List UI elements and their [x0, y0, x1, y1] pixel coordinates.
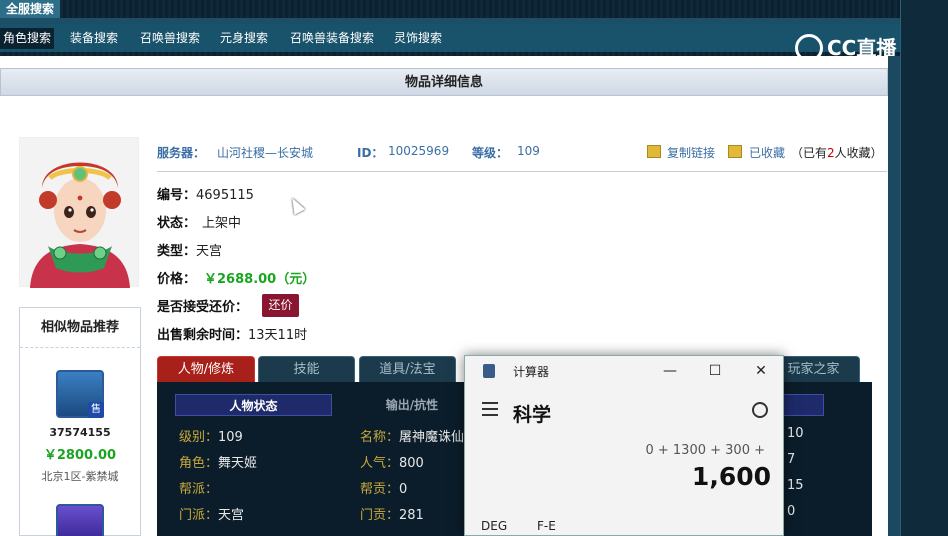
level-value: 109 [517, 144, 540, 158]
fe-toggle[interactable]: F-E [537, 519, 556, 533]
maximize-icon[interactable]: ☐ [705, 361, 725, 381]
nav-pet-search[interactable]: 召唤兽搜索 [137, 28, 203, 49]
hamburger-menu-icon[interactable] [482, 402, 498, 416]
serial-field: 编号：4695115 [157, 188, 254, 203]
subtab-output-resistance[interactable]: 输出/抗性 [362, 394, 462, 416]
similar-items-panel: 相似物品推荐 售 37574155 ￥2800.00 北京1区-紫禁城 [19, 307, 141, 536]
id-label: ID： [357, 146, 384, 160]
item-info-row: 服务器： 山河社稷—长安城 ID： 10025969 等级： 109 复制链接 … [157, 144, 887, 174]
similar-item-price: ￥2800.00 [43, 448, 117, 463]
stat-right-4: 0 [787, 504, 796, 519]
similar-item-server: 北京1区-紫禁城 [41, 470, 119, 483]
nav-accessory-search[interactable]: 灵饰搜索 [391, 28, 445, 49]
minimize-icon[interactable]: — [660, 361, 680, 381]
calculator-result: 1,600 [691, 462, 771, 491]
deg-toggle[interactable]: DEG [481, 519, 507, 533]
calculator-expression: 0 + 1300 + 300 + [645, 443, 765, 458]
history-icon[interactable] [752, 402, 768, 418]
info-divider [157, 171, 887, 172]
bargain-button[interactable]: 还价 [262, 294, 299, 317]
subtab-extra[interactable] [782, 394, 824, 416]
section-title: 物品详细信息 [0, 68, 888, 96]
window-right-edge [900, 0, 948, 536]
level-label: 等级： [472, 146, 509, 160]
stat-guild: 帮派： [179, 482, 219, 497]
calculator-window: 计算器 — ☐ ✕ 科学 0 + 1300 + 300 + 1,600 DEG … [464, 355, 784, 536]
similar-item-id: 37574155 [49, 426, 111, 439]
nav-pet-equipment-search[interactable]: 召唤兽装备搜索 [287, 28, 377, 49]
similar-items-title: 相似物品推荐 [20, 308, 140, 348]
stat-right-2: 7 [787, 452, 796, 467]
id-value: 10025969 [388, 144, 450, 158]
similar-item-thumbnail[interactable]: 售 [56, 370, 104, 418]
server-value: 山河社稷—长安城 [217, 146, 314, 160]
stat-right-1: 10 [787, 426, 804, 441]
close-icon[interactable]: ✕ [751, 361, 771, 381]
nav-role-search[interactable]: 角色搜索 [0, 28, 55, 49]
stat-role: 角色：舞天姬 [179, 456, 258, 471]
tab-skills[interactable]: 技能 [258, 356, 355, 382]
character-portrait [19, 137, 139, 288]
folder-link-icon [647, 145, 661, 158]
stat-school: 门派：天宫 [179, 508, 245, 523]
nav-equipment-search[interactable]: 装备搜索 [67, 28, 121, 49]
tab-items-treasures[interactable]: 道具/法宝 [359, 356, 456, 382]
search-nav: 角色搜索 装备搜索 召唤兽搜索 元身搜索 召唤兽装备搜索 灵饰搜索 [0, 24, 900, 52]
stat-name: 名称：屠神魔诛仙 [360, 430, 465, 445]
type-field: 类型：天宫 [157, 244, 223, 259]
calculator-mode-title: 科学 [513, 404, 552, 426]
calculator-app-icon [483, 364, 495, 378]
page-right-border [888, 56, 900, 536]
sell-badge: 售 [88, 402, 104, 418]
tab-character-cultivation[interactable]: 人物/修炼 [157, 356, 255, 382]
subtab-character-status[interactable]: 人物状态 [175, 394, 332, 416]
stat-school-contribution: 门贡：281 [360, 508, 424, 523]
folder-favorite-icon [728, 145, 742, 158]
favorited-link[interactable]: 已收藏 [749, 144, 785, 161]
nav-avatar-search[interactable]: 元身搜索 [217, 28, 271, 49]
calculator-title: 计算器 [513, 365, 550, 379]
stat-guild-contribution: 帮贡：0 [360, 482, 408, 497]
status-field: 状态： 上架中 [157, 216, 242, 231]
remaining-time-field: 出售剩余时间：13天11时 [157, 328, 308, 343]
stat-popularity: 人气：800 [360, 456, 424, 471]
copy-link[interactable]: 复制链接 [667, 144, 715, 161]
favorite-count: （已有2人收藏） [791, 146, 883, 160]
stat-right-3: 15 [787, 478, 804, 493]
stat-level: 级别：109 [179, 430, 243, 445]
calculator-titlebar[interactable]: 计算器 — ☐ ✕ [465, 356, 783, 386]
bargain-field: 是否接受还价： [157, 300, 249, 315]
site-title: 全服搜索 [0, 0, 61, 18]
price-field: 价格： ￥2688.00（元） [157, 272, 316, 287]
server-label: 服务器： [157, 146, 206, 160]
similar-item-thumbnail-2[interactable] [56, 504, 104, 536]
